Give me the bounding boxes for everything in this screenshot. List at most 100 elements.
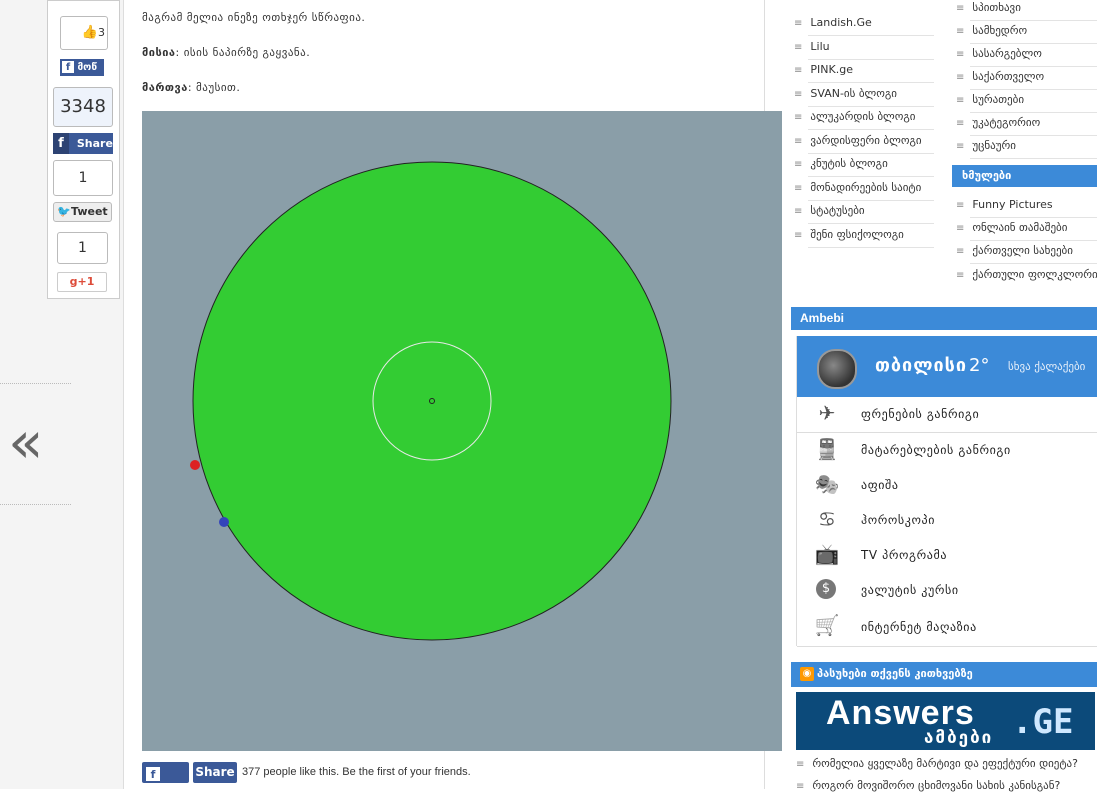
divider xyxy=(808,223,934,224)
fb-like-button[interactable]: f მოწ xyxy=(60,59,104,76)
twitter-bird-icon: 🐦 xyxy=(57,205,72,218)
ambebi-header: Ambebi xyxy=(791,307,1097,330)
sidebar-category[interactable]: ≡ უცნაური xyxy=(956,139,1096,152)
sidebar-category[interactable]: ≡ ქართველი სახეები xyxy=(956,244,1084,257)
facebook-icon: f xyxy=(62,61,74,73)
divider xyxy=(970,135,1097,136)
ambebi-row-label: მატარებლების განრიგი xyxy=(861,443,1011,457)
divider xyxy=(808,152,934,154)
ambebi-row[interactable]: $ ვალუტის კურსი xyxy=(797,573,1097,610)
sidebar-link[interactable]: ≡ SVAN-ის ბლოგი xyxy=(794,87,934,100)
ambebi-row[interactable]: 📺 TV პროგრამა xyxy=(797,538,1097,574)
answer-question-link[interactable]: ≡ როგორ მოვიშორო ცხიმოვანი სახის კანისგან… xyxy=(796,779,1096,792)
sidebar-category[interactable]: ≡ სასარგებლო xyxy=(956,47,1096,60)
fb-share-button[interactable]: Share xyxy=(193,762,237,783)
divider xyxy=(970,263,1097,264)
intro-text: მაგრამ მელია ინეზე ოთხჯერ სწრაფია. xyxy=(142,11,366,24)
temperature: 2° xyxy=(969,355,990,376)
prev-arrow-button[interactable]: « xyxy=(8,412,44,472)
divider xyxy=(970,240,1097,241)
ambebi-row[interactable]: 🛒 ინტერნეტ მაღაზია xyxy=(797,609,1097,647)
list-bullet-icon: ≡ xyxy=(956,26,965,37)
sidebar-category[interactable]: ≡ სპითხავი xyxy=(956,1,1096,14)
sidebar-link[interactable]: ≡ მონადირეების საიტი xyxy=(794,181,934,194)
ambebi-row-label: ფრენების განრიგი xyxy=(861,407,980,421)
divider xyxy=(808,105,934,107)
train-icon: 🚆 xyxy=(814,437,840,461)
answers-logo[interactable]: Answers .GE ამბები xyxy=(796,692,1095,750)
ambebi-row-label: TV პროგრამა xyxy=(861,548,948,562)
game-canvas[interactable] xyxy=(142,111,782,751)
fb-like-count: 👍3 xyxy=(60,16,108,50)
divider xyxy=(808,82,934,83)
divider xyxy=(970,43,1097,44)
tweet-count: 1 xyxy=(53,160,113,196)
list-bullet-icon: ≡ xyxy=(794,88,803,100)
list-bullet-icon: ≡ xyxy=(956,3,965,14)
sidebar-category[interactable]: ≡ სურათები xyxy=(956,93,1096,106)
divider xyxy=(808,246,934,248)
facebook-icon: f xyxy=(146,767,160,781)
sidebar-link[interactable]: ≡ Landish.Ge xyxy=(794,16,934,29)
list-bullet-icon: ≡ xyxy=(956,246,965,257)
tweet-button[interactable]: 🐦Tweet xyxy=(53,202,112,222)
weather-row[interactable]: თბილისი 2° სხვა ქალაქები xyxy=(797,336,1097,397)
ambebi-widget: თბილისი 2° სხვა ქალაქები ✈ ფრენების განრი… xyxy=(796,336,1097,647)
divider xyxy=(970,217,1097,218)
sidebar-category[interactable]: ≡ უკატეგორიო xyxy=(956,116,1096,129)
sidebar-link[interactable]: ≡ Lilu xyxy=(794,40,934,53)
sidebar-category[interactable]: ≡ ონლაინ თამაშები xyxy=(956,221,1084,234)
rss-icon: ◉ xyxy=(800,667,814,681)
divider xyxy=(808,58,934,60)
sidebar-link[interactable]: ≡ ვარდისფერი ბლოგი xyxy=(794,134,934,147)
shopping-cart-icon: 🛒 xyxy=(814,613,840,637)
fb-like-button[interactable]: fLike xyxy=(142,762,189,800)
list-bullet-icon: ≡ xyxy=(794,182,803,194)
list-bullet-icon: ≡ xyxy=(956,200,965,211)
list-bullet-icon: ≡ xyxy=(794,18,803,29)
ambebi-row[interactable]: 🚆 მატარებლების განრიგი xyxy=(797,433,1097,469)
divider xyxy=(970,20,1097,21)
list-bullet-icon: ≡ xyxy=(794,112,803,123)
answer-question-link[interactable]: ≡ რომელია ყველაზე მარტივი და ეფექტური დიე… xyxy=(796,757,1096,770)
divider xyxy=(970,89,1097,90)
lake-circle xyxy=(192,161,672,641)
list-bullet-icon: ≡ xyxy=(796,759,805,770)
list-bullet-icon: ≡ xyxy=(956,270,965,281)
ambebi-row[interactable]: 🎭 აფიშა xyxy=(797,468,1097,504)
list-bullet-icon: ≡ xyxy=(794,159,803,170)
sidebar-link[interactable]: ≡ სტატუსები xyxy=(794,204,934,217)
divider xyxy=(970,112,1097,113)
player-boat[interactable] xyxy=(219,517,229,527)
ambebi-row-label: ჰოროსკოპი xyxy=(861,513,936,527)
ambebi-row-label: ვალუტის კურსი xyxy=(861,583,959,597)
theater-masks-icon: 🎭 xyxy=(814,472,840,496)
ambebi-row[interactable]: ♋ ჰოროსკოპი xyxy=(797,503,1097,539)
sidebar-category[interactable]: ≡ სამხედრო xyxy=(956,24,1096,37)
tv-icon: 📺 xyxy=(814,542,840,566)
list-bullet-icon: ≡ xyxy=(956,223,965,234)
gplus-button[interactable]: g+1 xyxy=(57,272,107,292)
list-bullet-icon: ≡ xyxy=(794,206,803,217)
moon-weather-icon xyxy=(817,349,857,389)
share-count: 3348 xyxy=(53,87,113,127)
sidebar-link[interactable]: ≡ PINK.ge xyxy=(794,63,934,76)
list-bullet-icon: ≡ xyxy=(796,781,805,792)
sidebar-category[interactable]: ≡ საქართველო xyxy=(956,70,1096,83)
sidebar-category[interactable]: ≡ ქართული ფოლკლორი xyxy=(956,268,1097,281)
answers-header: ◉ პასუხები თქვენს კითხვებზე xyxy=(791,662,1097,687)
thumbs-up-icon: 👍 xyxy=(81,25,98,40)
divider xyxy=(970,158,1097,159)
ambebi-row[interactable]: ✈ ფრენების განრიგი xyxy=(797,397,1097,433)
fox-marker xyxy=(190,460,200,470)
sidebar-category[interactable]: ≡ Funny Pictures xyxy=(956,198,1084,211)
fb-share-button[interactable]: f Share xyxy=(53,133,113,154)
other-cities-link[interactable]: სხვა ქალაქები xyxy=(1008,360,1085,373)
ambebi-row-label: ინტერნეტ მაღაზია xyxy=(861,620,977,634)
sidebar-link[interactable]: ≡ ალუკარდის ბლოგი xyxy=(794,110,934,123)
dollar-coin-icon: $ xyxy=(816,579,836,599)
list-bullet-icon: ≡ xyxy=(956,72,965,83)
sidebar-link[interactable]: ≡ შენი ფსიქოლოგი xyxy=(794,228,934,241)
sidebar-link[interactable]: ≡ კნუტის ბლოგი xyxy=(794,157,934,170)
gplus-count: 1 xyxy=(57,232,108,264)
